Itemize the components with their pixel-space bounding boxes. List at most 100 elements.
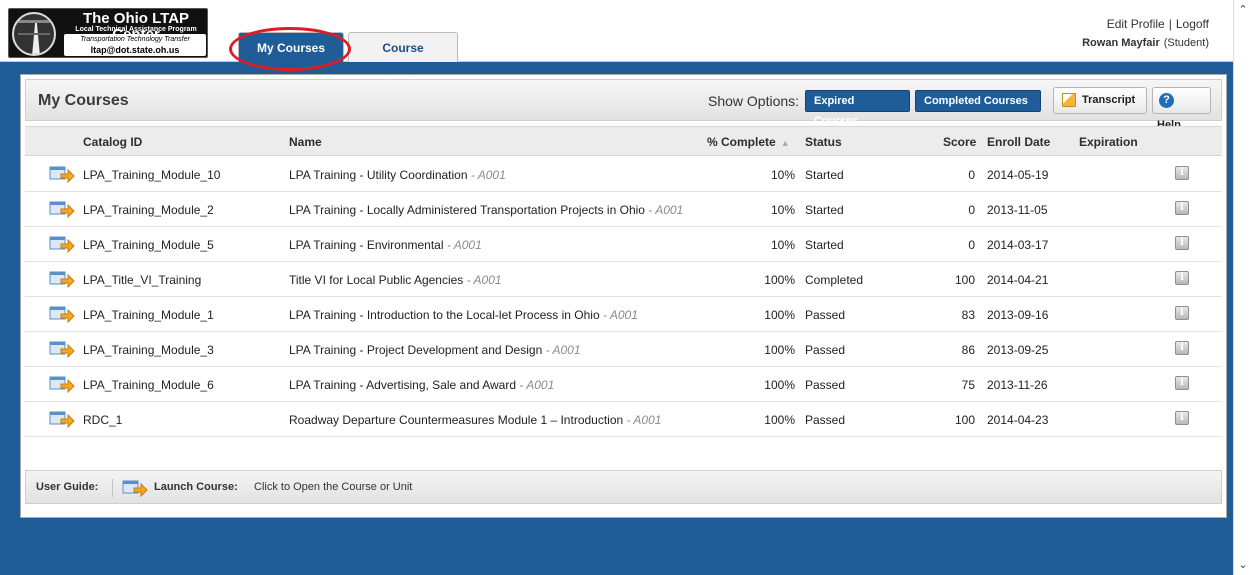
enroll-date: 2013-11-26 — [987, 378, 1048, 392]
catalog-id: LPA_Training_Module_3 — [83, 343, 214, 357]
launch-course-button[interactable] — [49, 200, 75, 218]
pct-complete: 10% — [770, 203, 795, 217]
table-row: LPA_Training_Module_6 LPA Training - Adv… — [25, 367, 1222, 402]
launch-course-button[interactable] — [49, 305, 75, 323]
launch-course-button[interactable] — [49, 375, 75, 393]
course-status: Started — [805, 203, 844, 217]
course-version: - A001 — [542, 343, 581, 357]
launch-course-icon — [49, 166, 75, 183]
course-version: - A001 — [467, 168, 506, 182]
launch-course-button[interactable] — [49, 410, 75, 428]
show-options-label: Show Options: — [708, 93, 800, 109]
logoff-link[interactable]: Logoff — [1176, 17, 1209, 31]
page-scrollbar[interactable]: ⌃ ⌄ — [1233, 0, 1251, 575]
transcript-icon — [1062, 93, 1076, 108]
launch-course-icon — [49, 271, 75, 288]
table-header: Catalog ID Name % Complete ▲ Status Score… — [25, 126, 1222, 156]
course-status: Started — [805, 168, 844, 182]
catalog-id: LPA_Training_Module_1 — [83, 308, 214, 322]
course-status: Passed — [805, 378, 846, 392]
pct-complete: 10% — [770, 168, 795, 182]
transcript-button[interactable]: Transcript — [1053, 87, 1147, 114]
table-row: LPA_Training_Module_2 LPA Training - Loc… — [25, 192, 1222, 227]
catalog-id: LPA_Training_Module_2 — [83, 203, 214, 217]
pct-complete: 100% — [764, 273, 795, 287]
course-title: LPA Training - Environmental — [289, 238, 444, 252]
course-info-button[interactable]: i — [1175, 236, 1189, 250]
logo-subtitle: Local Technical Assistance Program — [75, 26, 197, 33]
launch-course-icon — [49, 306, 75, 323]
launch-course-icon — [49, 341, 75, 358]
course-version: - A001 — [463, 273, 502, 287]
launch-course-icon — [122, 480, 148, 497]
col-name[interactable]: Name — [289, 135, 322, 149]
my-courses-panel: My Courses Show Options: Expired Courses… — [20, 74, 1227, 518]
launch-course-button[interactable] — [49, 165, 75, 183]
table-row: LPA_Title_VI_Training Title VI for Local… — [25, 262, 1222, 297]
launch-course-button[interactable] — [49, 235, 75, 253]
course-score: 0 — [968, 203, 975, 217]
scroll-up-icon[interactable]: ⌃ — [1236, 3, 1250, 17]
user-guide-label: User Guide: — [36, 481, 99, 493]
launch-course-icon — [49, 236, 75, 253]
course-status: Completed — [805, 273, 864, 287]
course-info-button[interactable]: i — [1175, 411, 1189, 425]
table-row: LPA_Training_Module_5 LPA Training - Env… — [25, 227, 1222, 262]
launch-course-button[interactable] — [49, 340, 75, 358]
col-enroll-date[interactable]: Enroll Date — [987, 135, 1050, 149]
guide-divider — [112, 479, 113, 497]
info-icon: i — [1175, 201, 1189, 215]
course-title: LPA Training - Introduction to the Local… — [289, 308, 600, 322]
expired-courses-button[interactable]: Expired Courses — [805, 90, 910, 127]
info-icon: i — [1175, 376, 1189, 390]
page-title: My Courses — [38, 92, 129, 109]
transcript-button-label: Transcript — [1082, 94, 1136, 106]
ltap-logo[interactable]: The Ohio LTAP Center Local Technical Ass… — [8, 8, 208, 58]
course-info-button[interactable]: i — [1175, 201, 1189, 215]
catalog-id: LPA_Title_VI_Training — [83, 273, 202, 287]
col-score[interactable]: Score — [943, 135, 976, 149]
logo-tagline: Transportation Technology Transfer — [80, 36, 190, 43]
course-info-button[interactable]: i — [1175, 341, 1189, 355]
help-button[interactable]: ?Help — [1152, 87, 1211, 131]
course-title: LPA Training - Locally Administered Tran… — [289, 203, 645, 217]
col-status[interactable]: Status — [805, 135, 842, 149]
course-version: - A001 — [516, 378, 555, 392]
pct-complete: 10% — [770, 238, 795, 252]
col-expiration[interactable]: Expiration — [1079, 135, 1138, 149]
catalog-id: LPA_Training_Module_6 — [83, 378, 214, 392]
course-name: LPA Training - Introduction to the Local… — [289, 308, 638, 322]
launch-course-button[interactable] — [49, 270, 75, 288]
pct-complete: 100% — [764, 343, 795, 357]
completed-courses-button[interactable]: Completed Courses — [915, 90, 1041, 112]
course-version: - A001 — [644, 203, 684, 217]
col-pct-complete[interactable]: % Complete ▲ — [707, 135, 790, 149]
info-icon: i — [1175, 306, 1189, 320]
enroll-date: 2014-03-17 — [987, 238, 1049, 252]
edit-profile-link[interactable]: Edit Profile — [1107, 17, 1165, 31]
logo-email: ltap@dot.state.oh.us — [90, 45, 180, 55]
course-score: 100 — [954, 413, 975, 427]
user-name: Rowan Mayfair — [1082, 37, 1160, 49]
link-separator: | — [1168, 17, 1172, 31]
road-logo-icon — [12, 12, 56, 56]
info-icon: i — [1175, 271, 1189, 285]
info-icon: i — [1175, 166, 1189, 180]
course-name: LPA Training - Locally Administered Tran… — [289, 203, 683, 217]
tab-course-catalog[interactable]: Course Catalog — [348, 32, 458, 85]
col-pct-complete-label: % Complete — [707, 135, 776, 149]
course-score: 0 — [968, 168, 975, 182]
course-info-button[interactable]: i — [1175, 306, 1189, 320]
course-score: 86 — [961, 343, 975, 357]
user-role: (Student) — [1163, 37, 1209, 49]
col-catalog-id[interactable]: Catalog ID — [83, 135, 142, 149]
course-info-button[interactable]: i — [1175, 271, 1189, 285]
course-name: LPA Training - Environmental - A001 — [289, 238, 482, 252]
course-title: LPA Training - Utility Coordination — [289, 168, 468, 182]
course-version: - A001 — [623, 413, 662, 427]
course-info-button[interactable]: i — [1175, 166, 1189, 180]
tab-my-courses[interactable]: My Courses — [238, 32, 344, 62]
scroll-down-icon[interactable]: ⌄ — [1236, 558, 1250, 572]
course-info-button[interactable]: i — [1175, 376, 1189, 390]
pct-complete: 100% — [764, 413, 795, 427]
